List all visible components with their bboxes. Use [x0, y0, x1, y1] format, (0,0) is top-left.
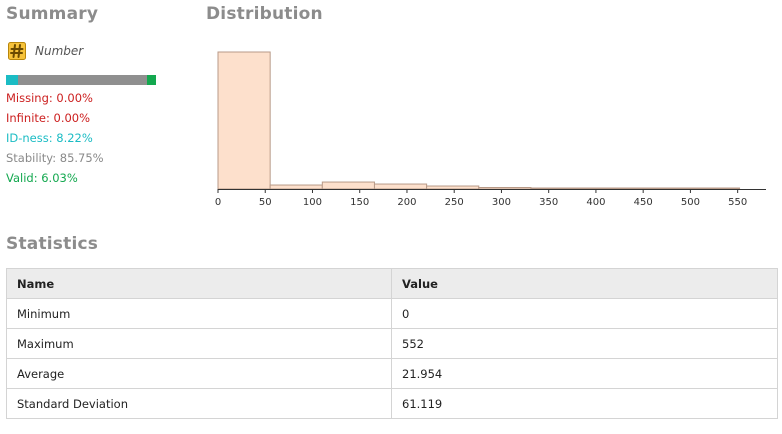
hash-icon: [8, 42, 26, 60]
quality-bar: [6, 75, 156, 85]
histogram-bar: [217, 51, 271, 190]
x-tick-label: 50: [259, 197, 272, 208]
table-row: Average 21.954: [6, 358, 778, 389]
x-tick-label: 0: [215, 197, 221, 208]
stat-name-cell: Maximum: [6, 328, 392, 359]
stat-name-cell: Minimum: [6, 298, 392, 329]
metric-item: Infinite: 0.00%: [6, 111, 91, 125]
column-header-value[interactable]: Value: [391, 268, 778, 299]
type-label: Number: [35, 44, 84, 58]
x-tick-label: 250: [445, 197, 464, 208]
stat-name-cell: Standard Deviation: [6, 388, 392, 419]
distribution-title: Distribution: [206, 4, 323, 24]
quality-segment-id-ness: [6, 75, 19, 85]
summary-title: Summary: [6, 4, 99, 24]
histogram-bar: [321, 181, 375, 190]
x-tick-label: 500: [681, 197, 700, 208]
x-tick-label: 200: [397, 197, 416, 208]
table-header-row: Name Value: [6, 268, 778, 299]
histogram-bar: [582, 187, 636, 190]
x-tick-label: 550: [728, 197, 747, 208]
statistics-table: Name Value Minimum 0 Maximum 552 Average…: [6, 268, 778, 419]
stat-value-cell: 0: [391, 298, 778, 329]
table-row: Minimum 0: [6, 298, 778, 329]
table-row: Standard Deviation 61.119: [6, 388, 778, 419]
stat-value-cell: 21.954: [391, 358, 778, 389]
table-row: Maximum 552: [6, 328, 778, 359]
histogram-bar: [634, 187, 688, 190]
x-tick-label: 150: [350, 197, 369, 208]
quality-segment-valid: [146, 75, 156, 85]
x-tick-label: 350: [539, 197, 558, 208]
type-row: Number: [8, 40, 83, 62]
metric-item: Missing: 0.00%: [6, 91, 93, 105]
metric-item: ID-ness: 8.22%: [6, 131, 93, 145]
histogram-bar: [373, 183, 428, 190]
x-tick-label: 300: [492, 197, 511, 208]
histogram-bar: [530, 187, 584, 190]
histogram-bar: [269, 184, 323, 190]
histogram-bar: [478, 187, 532, 190]
distribution-histogram: 0 50 100 150 200 250 300 350 400 450 500 550: [215, 51, 766, 208]
statistics-title: Statistics: [6, 234, 99, 254]
stat-name-cell: Average: [6, 358, 392, 389]
metric-item: Valid: 6.03%: [6, 171, 78, 185]
x-tick-label: 450: [634, 197, 653, 208]
metric-item: Stability: 85.75%: [6, 151, 104, 165]
column-header-name[interactable]: Name: [6, 268, 392, 299]
stat-value-cell: 61.119: [391, 388, 778, 419]
quality-segment-stability-rest: [18, 75, 147, 85]
stat-value-cell: 552: [391, 328, 778, 359]
histogram-bar: [426, 185, 480, 190]
histogram-bar: [686, 187, 741, 190]
x-tick-label: 400: [586, 197, 605, 208]
x-tick-label: 100: [303, 197, 322, 208]
